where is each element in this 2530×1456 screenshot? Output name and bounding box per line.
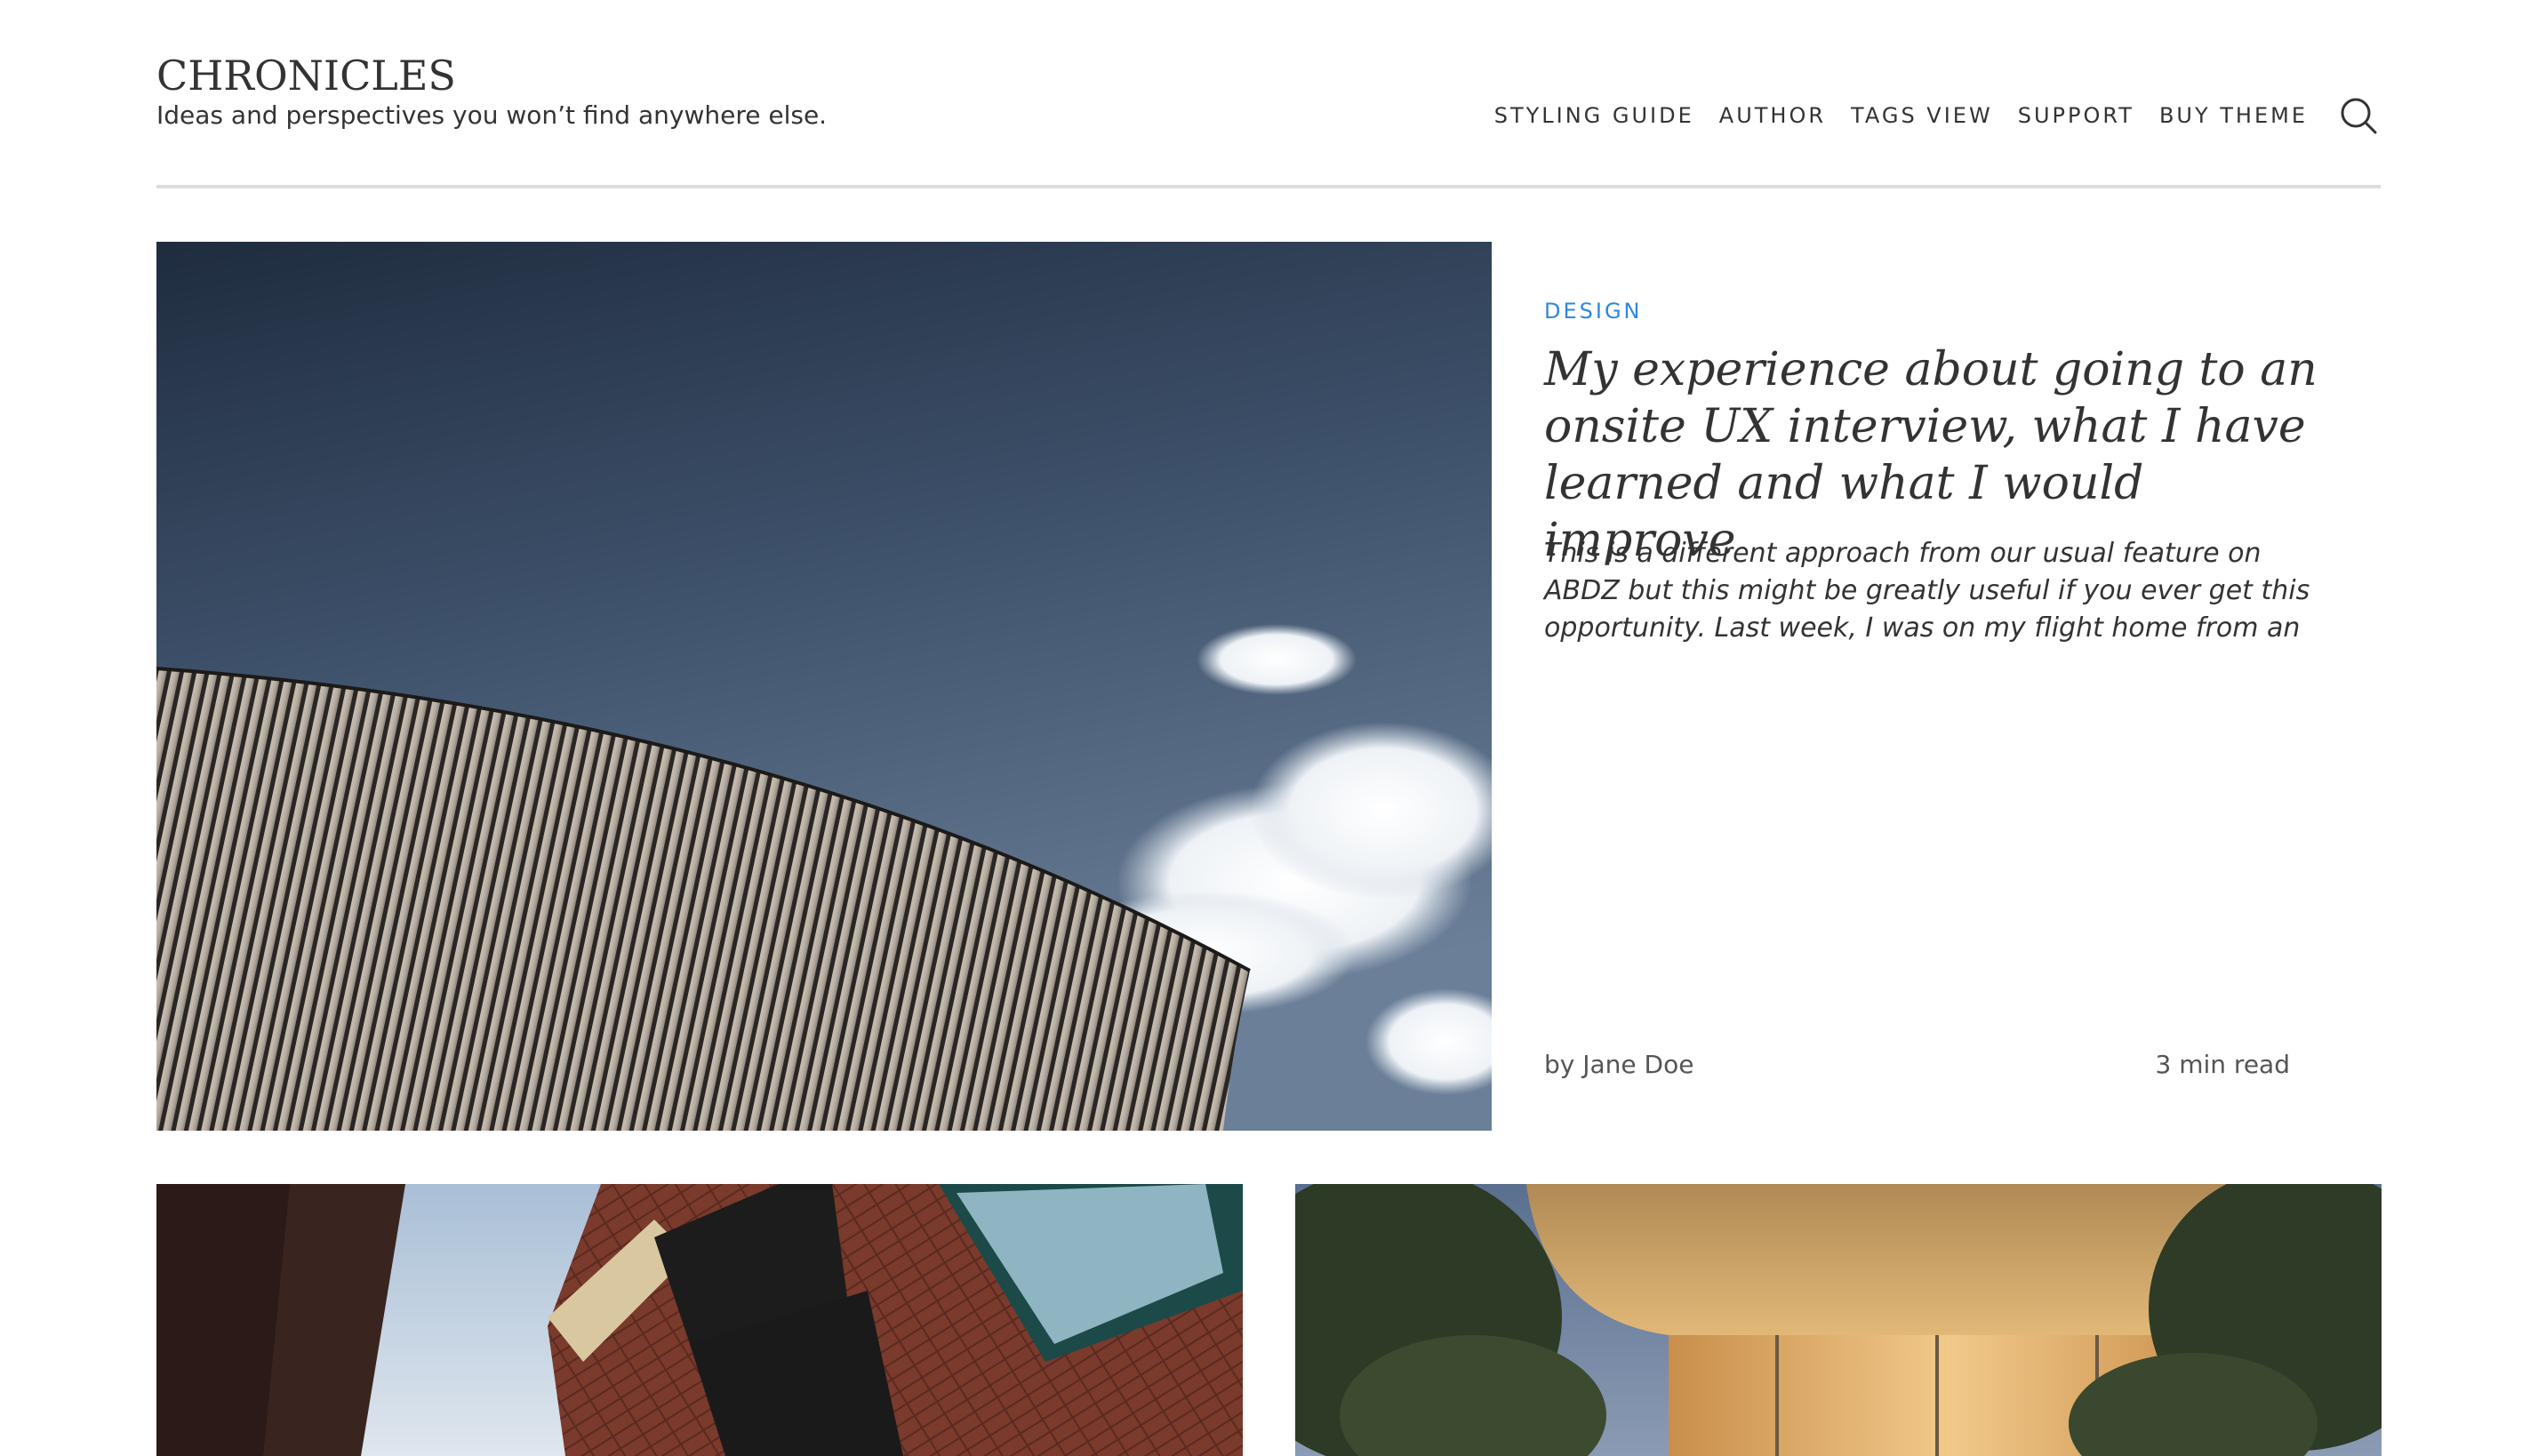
post-card-image[interactable] — [156, 1184, 1243, 1456]
post-card-image-graphic — [1295, 1184, 2382, 1456]
featured-image-graphic — [156, 242, 1492, 1131]
byline-prefix: by — [1544, 1050, 1583, 1079]
nav-item-tags-view[interactable]: TAGS VIEW — [1851, 103, 1993, 128]
nav-item-styling-guide[interactable]: STYLING GUIDE — [1494, 103, 1694, 128]
nav-item-support[interactable]: SUPPORT — [2018, 103, 2134, 128]
nav-item-buy-theme[interactable]: BUY THEME — [2159, 103, 2308, 128]
main-nav: STYLING GUIDE AUTHOR TAGS VIEW SUPPORT B… — [1494, 93, 2381, 138]
header-inner: CHRONICLES Ideas and perspectives you wo… — [156, 44, 2381, 187]
nav-item-author[interactable]: AUTHOR — [1719, 103, 1826, 128]
post-card-image-graphic — [156, 1184, 1243, 1456]
featured-body: DESIGN My experience about going to an o… — [1544, 242, 2344, 1131]
site-tagline: Ideas and perspectives you won’t find an… — [156, 100, 828, 130]
search-button[interactable] — [2336, 93, 2381, 138]
search-icon — [2341, 98, 2377, 134]
post-card-image[interactable] — [1295, 1184, 2382, 1456]
byline: by Jane Doe — [1544, 1050, 1693, 1079]
featured-image[interactable] — [156, 242, 1492, 1131]
category-tag[interactable]: DESIGN — [1544, 299, 1643, 324]
featured-post: DESIGN My experience about going to an o… — [156, 242, 2381, 1131]
header-divider — [156, 185, 2381, 188]
author-link[interactable]: Jane Doe — [1582, 1050, 1693, 1079]
featured-excerpt: This is a different approach from our us… — [1544, 538, 2310, 644]
read-time: 3 min read — [2155, 1050, 2290, 1079]
